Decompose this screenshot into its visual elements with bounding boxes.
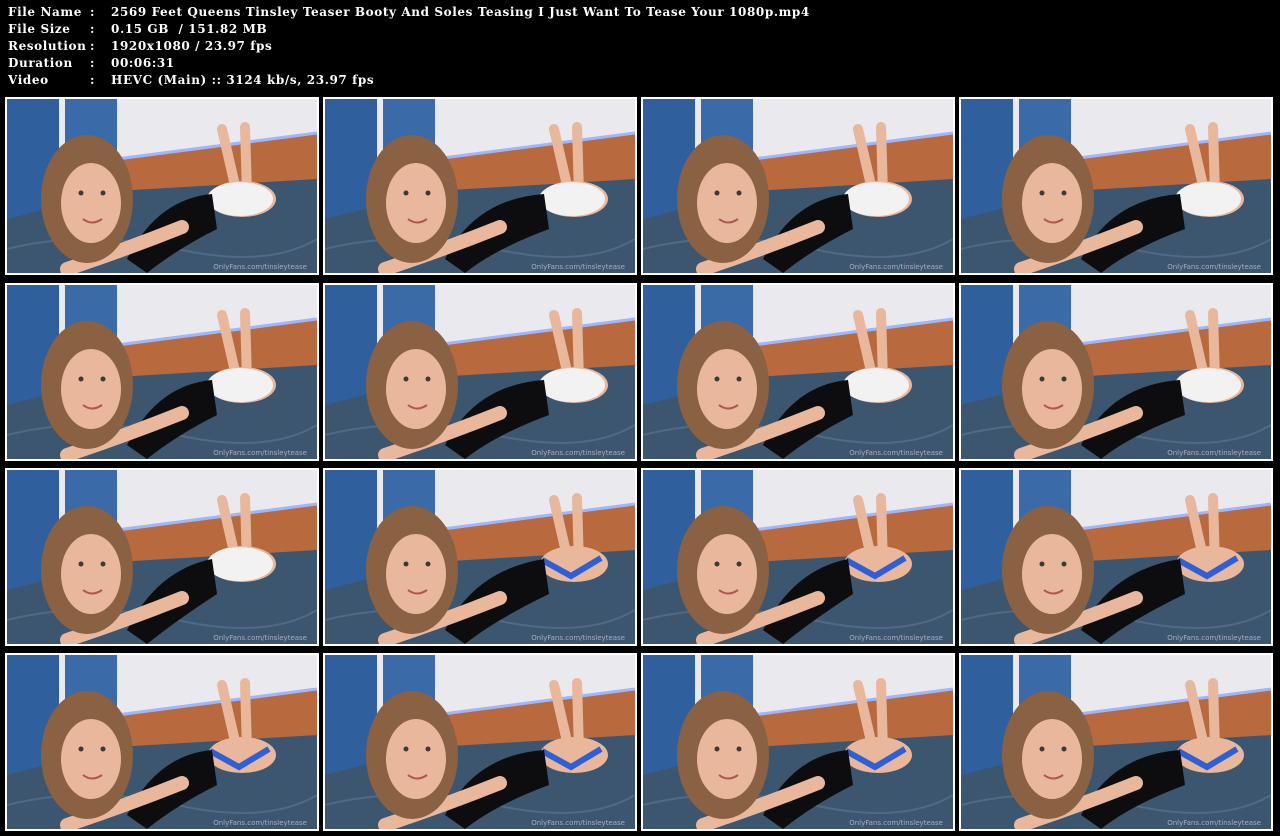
thumbnail-frame: OnlyFans.com/tinsleytease xyxy=(7,285,317,459)
thumbnail-frame: OnlyFans.com/tinsleytease xyxy=(961,285,1271,459)
separator: : xyxy=(90,56,96,70)
resolution-label: Resolution xyxy=(8,39,87,53)
video-value: HEVC (Main) :: 3124 kb/s, 23.97 fps xyxy=(111,73,375,87)
thumbnail-frame: OnlyFans.com/tinsleytease xyxy=(325,470,635,644)
thumbnail-grid: OnlyFans.com/tinsleytease OnlyFans.com/ti… xyxy=(0,93,1280,836)
video-thumbnail: OnlyFans.com/tinsleytease xyxy=(959,653,1273,831)
watermark-text: OnlyFans.com/tinsleytease xyxy=(213,819,307,827)
file-name-value: 2569 Feet Queens Tinsley Teaser Booty An… xyxy=(111,5,810,19)
video-thumbnail: OnlyFans.com/tinsleytease xyxy=(323,283,637,461)
thumbnail-frame: OnlyFans.com/tinsleytease xyxy=(643,285,953,459)
file-size-value: 0.15 GB / 151.82 MB xyxy=(111,22,268,36)
video-thumbnail: OnlyFans.com/tinsleytease xyxy=(959,97,1273,275)
video-thumbnail: OnlyFans.com/tinsleytease xyxy=(5,97,319,275)
thumbnail-frame: OnlyFans.com/tinsleytease xyxy=(961,470,1271,644)
file-info-header: File Name : 2569 Feet Queens Tinsley Tea… xyxy=(0,0,1280,92)
thumbnail-frame: OnlyFans.com/tinsleytease xyxy=(325,285,635,459)
thumbnail-frame: OnlyFans.com/tinsleytease xyxy=(7,655,317,829)
video-label: Video xyxy=(8,73,49,87)
video-thumbnail: OnlyFans.com/tinsleytease xyxy=(5,653,319,831)
video-thumbnail: OnlyFans.com/tinsleytease xyxy=(641,97,955,275)
resolution-value: 1920x1080 / 23.97 fps xyxy=(111,39,273,53)
thumbnail-frame: OnlyFans.com/tinsleytease xyxy=(325,99,635,273)
video-thumbnail: OnlyFans.com/tinsleytease xyxy=(641,468,955,646)
duration-value: 00:06:31 xyxy=(111,56,175,70)
separator: : xyxy=(90,22,96,36)
watermark-text: OnlyFans.com/tinsleytease xyxy=(849,449,943,457)
thumbnail-frame: OnlyFans.com/tinsleytease xyxy=(7,99,317,273)
file-size-label: File Size xyxy=(8,22,71,36)
watermark-text: OnlyFans.com/tinsleytease xyxy=(531,634,625,642)
separator: : xyxy=(90,73,96,87)
duration-label: Duration xyxy=(8,56,73,70)
watermark-text: OnlyFans.com/tinsleytease xyxy=(849,634,943,642)
thumbnail-frame: OnlyFans.com/tinsleytease xyxy=(325,655,635,829)
watermark-text: OnlyFans.com/tinsleytease xyxy=(531,449,625,457)
watermark-text: OnlyFans.com/tinsleytease xyxy=(213,449,307,457)
video-thumbnail: OnlyFans.com/tinsleytease xyxy=(641,283,955,461)
video-thumbnail: OnlyFans.com/tinsleytease xyxy=(641,653,955,831)
watermark-text: OnlyFans.com/tinsleytease xyxy=(213,263,307,271)
video-thumbnail: OnlyFans.com/tinsleytease xyxy=(959,283,1273,461)
video-thumbnail: OnlyFans.com/tinsleytease xyxy=(323,468,637,646)
separator: : xyxy=(90,5,96,19)
watermark-text: OnlyFans.com/tinsleytease xyxy=(213,634,307,642)
watermark-text: OnlyFans.com/tinsleytease xyxy=(1167,819,1261,827)
watermark-text: OnlyFans.com/tinsleytease xyxy=(1167,449,1261,457)
video-thumbnail: OnlyFans.com/tinsleytease xyxy=(323,653,637,831)
separator: : xyxy=(90,39,96,53)
thumbnail-frame: OnlyFans.com/tinsleytease xyxy=(643,99,953,273)
watermark-text: OnlyFans.com/tinsleytease xyxy=(1167,263,1261,271)
thumbnail-frame: OnlyFans.com/tinsleytease xyxy=(643,470,953,644)
thumbnail-frame: OnlyFans.com/tinsleytease xyxy=(961,655,1271,829)
watermark-text: OnlyFans.com/tinsleytease xyxy=(1167,634,1261,642)
watermark-text: OnlyFans.com/tinsleytease xyxy=(849,819,943,827)
thumbnail-frame: OnlyFans.com/tinsleytease xyxy=(643,655,953,829)
watermark-text: OnlyFans.com/tinsleytease xyxy=(531,263,625,271)
watermark-text: OnlyFans.com/tinsleytease xyxy=(849,263,943,271)
video-thumbnail: OnlyFans.com/tinsleytease xyxy=(5,468,319,646)
file-name-label: File Name xyxy=(8,5,82,19)
video-thumbnail: OnlyFans.com/tinsleytease xyxy=(959,468,1273,646)
video-thumbnail: OnlyFans.com/tinsleytease xyxy=(5,283,319,461)
thumbnail-frame: OnlyFans.com/tinsleytease xyxy=(7,470,317,644)
watermark-text: OnlyFans.com/tinsleytease xyxy=(531,819,625,827)
video-thumbnail: OnlyFans.com/tinsleytease xyxy=(323,97,637,275)
thumbnail-frame: OnlyFans.com/tinsleytease xyxy=(961,99,1271,273)
